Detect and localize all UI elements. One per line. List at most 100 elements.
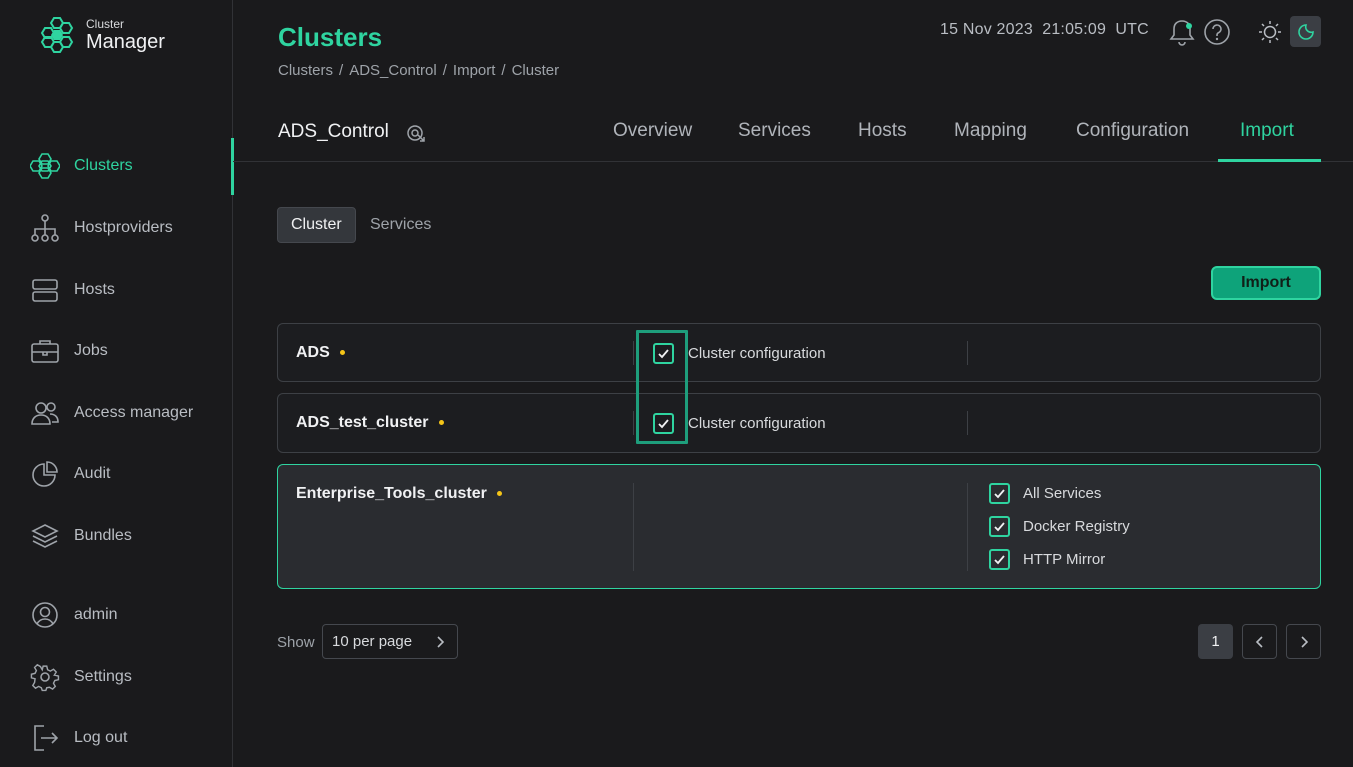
time-text: 21:05:09 <box>1042 21 1107 38</box>
next-page-button[interactable] <box>1286 624 1321 659</box>
per-page-select[interactable]: 10 per page <box>322 624 458 659</box>
row-name-text: ADS <box>296 344 330 361</box>
sidebar-item-label: admin <box>74 606 118 623</box>
check-icon <box>994 555 1005 565</box>
sidebar-item-label: Access manager <box>74 404 194 421</box>
bundles-icon <box>31 524 59 548</box>
import-row-enterprise-tools-cluster: Enterprise_Tools_cluster All Services Do… <box>277 464 1321 589</box>
user-icon <box>32 602 58 628</box>
sidebar-item-admin[interactable]: admin <box>0 595 233 635</box>
notifications-button[interactable] <box>1167 17 1197 47</box>
sidebar-item-logout[interactable]: Log out <box>0 718 233 758</box>
link-cluster-icon[interactable] <box>406 123 426 143</box>
tabs-divider <box>233 161 1353 162</box>
status-dot <box>339 350 345 356</box>
status-dot <box>438 420 444 426</box>
logo-big-text: Manager <box>86 31 165 53</box>
breadcrumb: Clusters / ADS_Control / Import / Cluster <box>278 62 560 79</box>
tab-hosts[interactable]: Hosts <box>858 120 907 142</box>
app-logo[interactable]: Cluster Manager <box>40 16 165 54</box>
tab-import[interactable]: Import <box>1240 120 1294 142</box>
breadcrumb-current: Cluster <box>511 62 560 79</box>
column-divider <box>967 411 968 435</box>
sun-icon <box>1259 21 1281 43</box>
page-button-current[interactable]: 1 <box>1198 624 1233 659</box>
sidebar-item-label: Clusters <box>74 157 133 174</box>
row-cluster-name: Enterprise_Tools_cluster <box>296 485 502 503</box>
date-text: 15 Nov 2023 <box>940 21 1033 38</box>
column-divider <box>967 483 968 571</box>
row-name-text: Enterprise_Tools_cluster <box>296 485 487 502</box>
tab-mapping[interactable]: Mapping <box>954 120 1027 142</box>
sidebar-item-label: Jobs <box>74 342 108 359</box>
check-icon <box>994 489 1005 499</box>
sidebar-item-clusters[interactable]: Clusters <box>0 146 233 186</box>
column-divider <box>633 411 634 435</box>
moon-icon <box>1297 23 1314 40</box>
row-cluster-name: ADS <box>296 344 345 362</box>
column-divider <box>633 483 634 571</box>
import-row-ads-test-cluster: ADS_test_cluster Cluster configuration <box>277 393 1321 453</box>
breadcrumb-clusters[interactable]: Clusters <box>278 62 333 79</box>
chevron-left-icon <box>1255 635 1263 648</box>
sidebar-item-hostproviders[interactable]: Hostproviders <box>0 208 233 248</box>
docker-registry-checkbox[interactable] <box>989 516 1010 537</box>
tab-services[interactable]: Services <box>738 120 811 142</box>
column-divider <box>967 341 968 365</box>
sidebar-item-label: Audit <box>74 465 111 482</box>
all-services-label: All Services <box>1023 485 1102 502</box>
sidebar-item-label: Hostproviders <box>74 219 173 236</box>
tab-configuration[interactable]: Configuration <box>1076 120 1189 142</box>
hostproviders-icon <box>31 214 59 242</box>
logo-hexagon-icon <box>40 17 74 53</box>
audit-icon <box>32 461 58 487</box>
http-mirror-label: HTTP Mirror <box>1023 551 1106 568</box>
hosts-icon <box>32 279 58 302</box>
sidebar-item-settings[interactable]: Settings <box>0 657 233 697</box>
check-icon <box>994 522 1005 532</box>
dark-theme-button[interactable] <box>1290 16 1321 47</box>
breadcrumb-cluster-name[interactable]: ADS_Control <box>349 62 437 79</box>
sidebar-item-label: Hosts <box>74 281 115 298</box>
active-tab-indicator <box>1218 159 1321 162</box>
clusters-icon <box>30 153 60 179</box>
gear-icon <box>30 663 60 692</box>
per-page-value: 10 per page <box>332 633 413 650</box>
all-services-checkbox[interactable] <box>989 483 1010 504</box>
jobs-icon <box>31 340 59 363</box>
light-theme-button[interactable] <box>1255 17 1285 47</box>
sidebar-item-bundles[interactable]: Bundles <box>0 516 233 556</box>
access-manager-icon <box>31 402 59 425</box>
checkbox-highlight-frame <box>636 330 688 444</box>
status-dot <box>496 491 502 497</box>
subtab-services[interactable]: Services <box>357 207 444 243</box>
sidebar-item-label: Settings <box>74 668 132 685</box>
sidebar-item-audit[interactable]: Audit <box>0 454 233 494</box>
chevron-right-icon <box>437 636 445 648</box>
breadcrumb-import[interactable]: Import <box>453 62 496 79</box>
import-button[interactable]: Import <box>1211 266 1321 300</box>
timezone-text: UTC <box>1115 21 1149 38</box>
tab-overview[interactable]: Overview <box>613 120 692 142</box>
sidebar-item-hosts[interactable]: Hosts <box>0 270 233 310</box>
help-button[interactable] <box>1202 17 1232 47</box>
sidebar-item-jobs[interactable]: Jobs <box>0 331 233 371</box>
cluster-name: ADS_Control <box>278 121 389 142</box>
logout-icon <box>34 725 59 751</box>
cluster-configuration-label: Cluster configuration <box>688 345 826 362</box>
sidebar: Cluster Manager Clusters Hostproviders H… <box>0 0 234 767</box>
page-title: Clusters <box>278 22 383 52</box>
current-datetime: 15 Nov 2023 21:05:09 UTC <box>940 21 1149 39</box>
import-row-ads: ADS Cluster configuration <box>277 323 1321 382</box>
column-divider <box>633 341 634 365</box>
chevron-right-icon <box>1300 635 1308 648</box>
prev-page-button[interactable] <box>1242 624 1277 659</box>
help-icon <box>1204 19 1230 45</box>
subtab-cluster[interactable]: Cluster <box>277 207 356 243</box>
sidebar-item-access-manager[interactable]: Access manager <box>0 393 233 433</box>
sidebar-item-label: Log out <box>74 729 128 746</box>
row-name-text: ADS_test_cluster <box>296 414 429 431</box>
http-mirror-checkbox[interactable] <box>989 549 1010 570</box>
logo-small-text: Cluster <box>86 17 125 31</box>
docker-registry-label: Docker Registry <box>1023 518 1130 535</box>
